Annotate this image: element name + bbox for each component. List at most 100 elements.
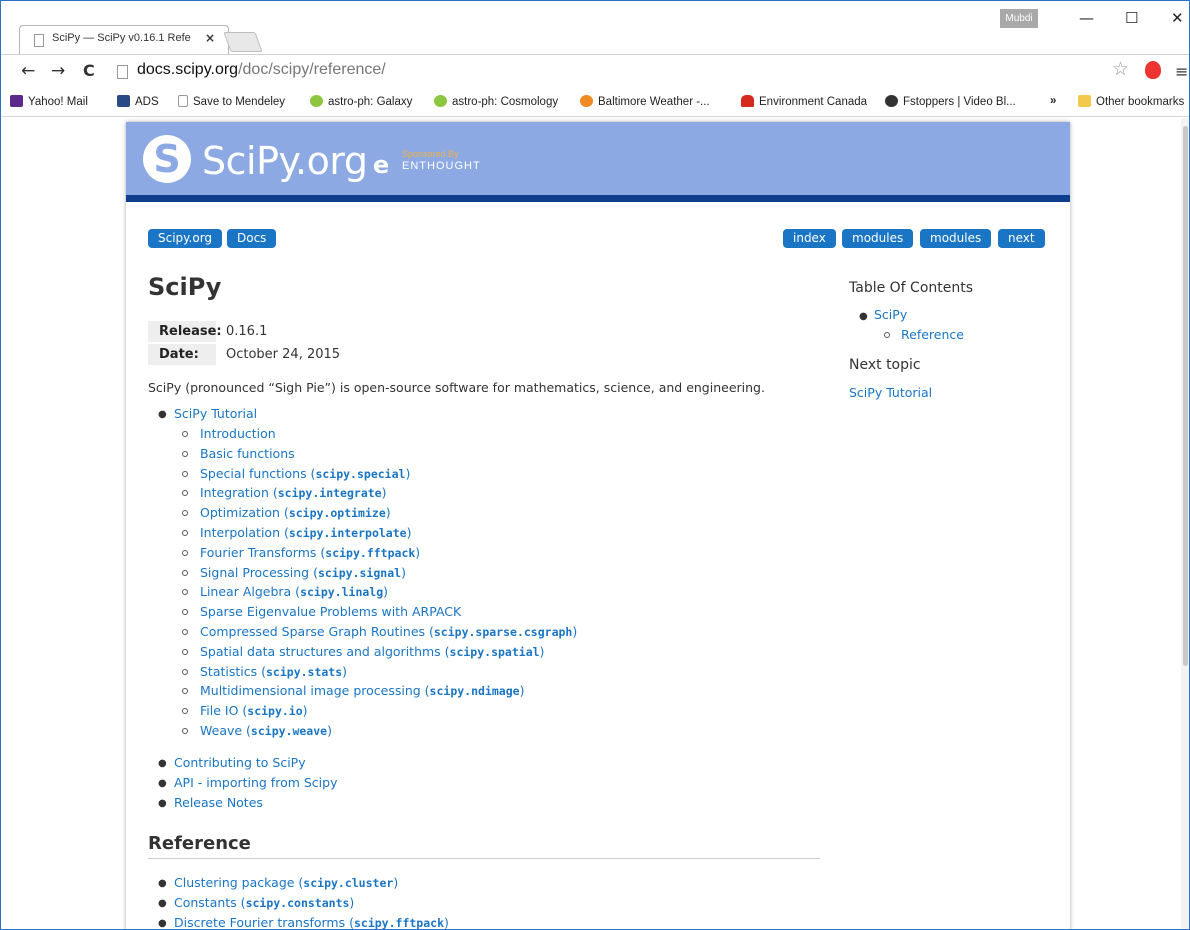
page-scrollbar[interactable] bbox=[1181, 118, 1189, 929]
toc-link-tutorial-item[interactable]: Spatial data structures and algorithms (… bbox=[200, 643, 544, 661]
toc-link-tutorial-item[interactable]: Weave (scipy.weave) bbox=[200, 722, 332, 740]
sidebar-toc-reference[interactable]: Reference bbox=[901, 327, 964, 342]
modules-button[interactable]: modules bbox=[920, 229, 992, 248]
maple-leaf-icon bbox=[741, 95, 754, 107]
list-bullet-icon: ● bbox=[158, 798, 167, 809]
reference-link-item[interactable]: Discrete Fourier transforms (scipy.fftpa… bbox=[174, 914, 449, 929]
toc-link-tutorial-item[interactable]: Basic functions bbox=[200, 445, 295, 463]
page-viewport: S SciPy.org e Sponsored By ENTHOUGHT Sci… bbox=[1, 118, 1189, 929]
profile-button[interactable]: Mubdi bbox=[1000, 9, 1038, 28]
menu-icon[interactable]: ≡ bbox=[1175, 62, 1188, 81]
other-bookmarks[interactable]: Other bookmarks bbox=[1078, 95, 1184, 108]
toc-link-tutorial-item[interactable]: Compressed Sparse Graph Routines (scipy.… bbox=[200, 623, 577, 641]
browser-toolbar: ← → C docs.scipy.org/doc/scipy/reference… bbox=[1, 54, 1189, 89]
bookmark-item[interactable]: Save to Mendeley bbox=[178, 95, 285, 108]
toc-link-tutorial-item[interactable]: Linear Algebra (scipy.linalg) bbox=[200, 583, 388, 601]
bookmark-item[interactable]: Yahoo! Mail bbox=[10, 95, 88, 108]
bookmark-item[interactable]: ADS bbox=[117, 95, 159, 108]
page-title: SciPy bbox=[148, 273, 222, 301]
reload-icon[interactable]: C bbox=[83, 61, 95, 80]
url-text[interactable]: docs.scipy.org/doc/scipy/reference/ bbox=[137, 61, 386, 79]
toc-link-tutorial-item[interactable]: Signal Processing (scipy.signal) bbox=[200, 564, 406, 582]
bookmark-item[interactable]: Fstoppers | Video Bl... bbox=[885, 95, 1016, 108]
tab-close-icon[interactable]: × bbox=[205, 31, 215, 45]
site-logo-text[interactable]: SciPy.org bbox=[202, 139, 368, 183]
sponsor-label: Sponsored By bbox=[402, 149, 459, 159]
close-window-icon[interactable]: ✕ bbox=[1171, 9, 1184, 27]
list-bullet-icon: ● bbox=[158, 898, 167, 909]
bookmark-item[interactable]: Baltimore Weather -... bbox=[580, 95, 710, 108]
fstoppers-icon bbox=[885, 95, 898, 107]
toc-link-item[interactable]: Release Notes bbox=[174, 794, 263, 812]
minimize-icon[interactable]: — bbox=[1079, 9, 1094, 27]
toc-link-tutorial-item[interactable]: Special functions (scipy.special) bbox=[200, 465, 410, 483]
reference-link-item[interactable]: Constants (scipy.constants) bbox=[174, 894, 354, 912]
list-bullet-icon bbox=[182, 470, 188, 477]
bookmark-star-icon[interactable]: ☆ bbox=[1112, 58, 1129, 80]
browser-tab[interactable]: SciPy — SciPy v0.16.1 Refe × bbox=[19, 25, 229, 54]
list-bullet-icon bbox=[182, 648, 188, 655]
bookmark-item[interactable]: astro-ph: Cosmology bbox=[434, 95, 558, 108]
toc-link-tutorial-item[interactable]: Multidimensional image processing (scipy… bbox=[200, 682, 524, 700]
sponsor-name[interactable]: ENTHOUGHT bbox=[402, 160, 481, 172]
list-bullet-icon bbox=[182, 708, 188, 715]
sidebar-next-link[interactable]: SciPy Tutorial bbox=[849, 385, 932, 400]
bookmark-item[interactable]: Environment Canada bbox=[741, 95, 867, 108]
toc-link-tutorial-item[interactable]: File IO (scipy.io) bbox=[200, 702, 308, 720]
release-value: 0.16.1 bbox=[226, 324, 268, 339]
intro-text: SciPy (pronounced “Sigh Pie”) is open-so… bbox=[148, 380, 765, 395]
sidebar-toc-heading: Table Of Contents bbox=[849, 280, 974, 296]
toc-link-tutorial[interactable]: SciPy Tutorial bbox=[174, 405, 257, 423]
toc-link-tutorial-item[interactable]: Interpolation (scipy.interpolate) bbox=[200, 524, 411, 542]
mail-icon bbox=[10, 95, 23, 107]
list-bullet-icon bbox=[182, 668, 188, 675]
smiley-icon bbox=[434, 95, 447, 107]
scipy-logo-icon[interactable]: S bbox=[143, 135, 191, 183]
back-icon[interactable]: ← bbox=[21, 61, 35, 81]
smiley-icon bbox=[310, 95, 323, 107]
toc-link-tutorial-item[interactable]: Integration (scipy.integrate) bbox=[200, 484, 386, 502]
next-button[interactable]: next bbox=[998, 229, 1045, 248]
modules-button[interactable]: modules bbox=[842, 229, 914, 248]
enthought-logo-icon: e bbox=[373, 151, 390, 179]
sidebar-next-heading: Next topic bbox=[849, 357, 921, 373]
new-tab-button[interactable] bbox=[223, 32, 263, 52]
ads-icon bbox=[117, 95, 130, 107]
extension-icon[interactable] bbox=[1145, 61, 1161, 79]
release-label: Release: bbox=[148, 321, 222, 342]
list-bullet-icon bbox=[182, 450, 188, 457]
bookmarks-overflow-button[interactable]: » bbox=[1050, 95, 1056, 107]
list-bullet-icon bbox=[182, 549, 188, 556]
toc-link-tutorial-item[interactable]: Statistics (scipy.stats) bbox=[200, 663, 347, 681]
forward-icon[interactable]: → bbox=[51, 61, 65, 81]
list-bullet-icon bbox=[182, 609, 188, 616]
index-button[interactable]: index bbox=[783, 229, 836, 248]
list-bullet-icon bbox=[182, 431, 188, 437]
list-bullet-icon bbox=[182, 530, 188, 536]
list-bullet-icon bbox=[182, 510, 188, 517]
address-bar[interactable]: docs.scipy.org/doc/scipy/reference/ bbox=[109, 59, 1139, 85]
tab-strip: SciPy — SciPy v0.16.1 Refe × Mubdi — ☐ ✕ bbox=[1, 1, 1189, 54]
list-bullet-icon bbox=[182, 728, 188, 734]
reference-link-item[interactable]: Clustering package (scipy.cluster) bbox=[174, 874, 398, 892]
toc-link-tutorial-item[interactable]: Optimization (scipy.optimize) bbox=[200, 504, 391, 522]
breadcrumb-docs[interactable]: Docs bbox=[227, 229, 277, 248]
toc-link-item[interactable]: Contributing to SciPy bbox=[174, 754, 306, 772]
toc-link-tutorial-item[interactable]: Introduction bbox=[200, 425, 276, 443]
list-bullet-icon bbox=[182, 490, 188, 497]
browser-window: SciPy — SciPy v0.16.1 Refe × Mubdi — ☐ ✕… bbox=[0, 0, 1190, 930]
toc-link-tutorial-item[interactable]: Sparse Eigenvalue Problems with ARPACK bbox=[200, 603, 461, 621]
date-value: October 24, 2015 bbox=[226, 347, 341, 362]
maximize-icon[interactable]: ☐ bbox=[1125, 9, 1138, 27]
toc-link-item[interactable]: API - importing from Scipy bbox=[174, 774, 337, 792]
bookmark-item[interactable]: astro-ph: Galaxy bbox=[310, 95, 412, 108]
list-bullet-icon: ● bbox=[158, 778, 167, 789]
list-bullet-icon bbox=[182, 688, 188, 695]
scrollbar-thumb[interactable] bbox=[1183, 126, 1188, 666]
site-header: S SciPy.org e Sponsored By ENTHOUGHT bbox=[126, 122, 1070, 202]
list-bullet-icon: ● bbox=[158, 758, 167, 769]
sidebar-toc-scipy[interactable]: SciPy bbox=[874, 307, 907, 322]
folder-icon bbox=[1078, 95, 1091, 107]
breadcrumb-scipy-org[interactable]: Scipy.org bbox=[148, 229, 223, 248]
toc-link-tutorial-item[interactable]: Fourier Transforms (scipy.fftpack) bbox=[200, 544, 420, 562]
